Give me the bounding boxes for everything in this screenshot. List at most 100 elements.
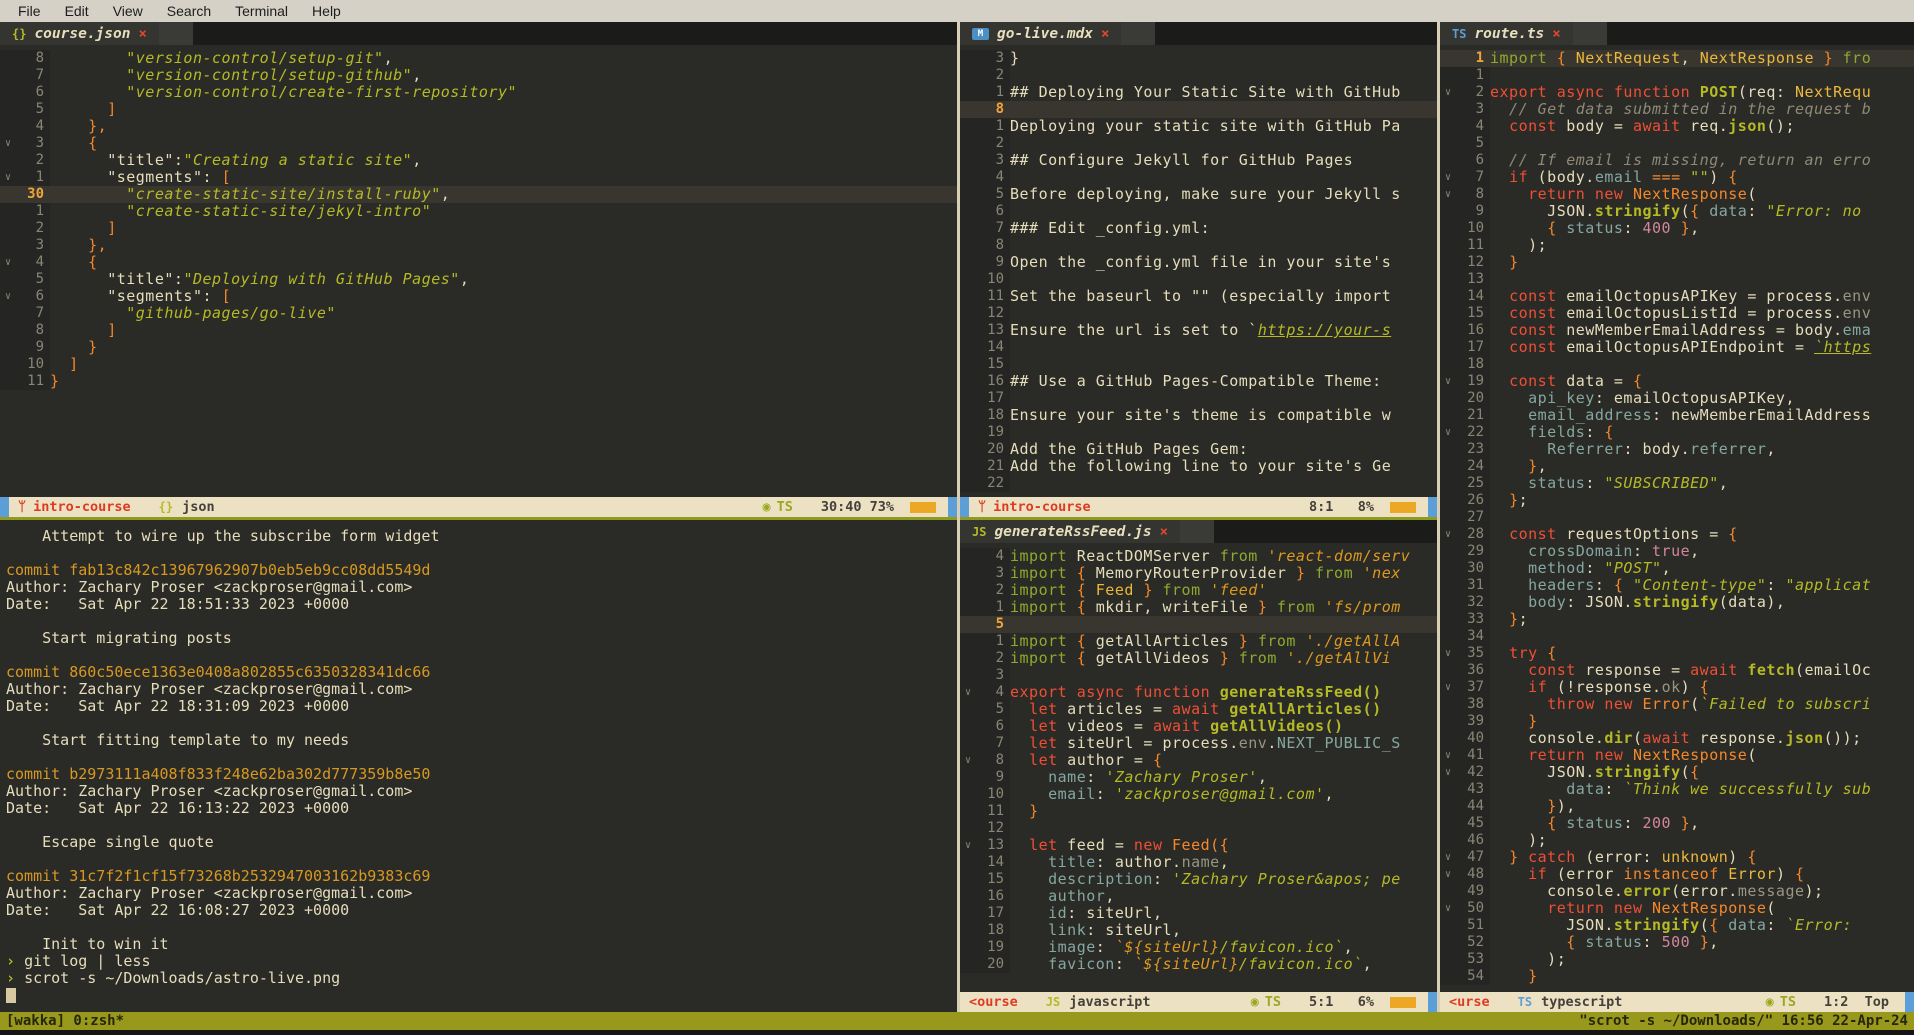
code-line[interactable]: 49 console.error(error.message); [1440, 883, 1914, 900]
code-line[interactable]: 18 link: siteUrl, [960, 922, 1437, 939]
code-line[interactable]: 16 const newMemberEmailAddress = body.em… [1440, 322, 1914, 339]
fold-chevron-icon[interactable]: ∨ [1440, 679, 1456, 696]
code-line[interactable]: 19 [960, 424, 1437, 441]
code-line[interactable]: 1import { getAllArticles } from './getAl… [960, 633, 1437, 650]
code-line[interactable]: ∨41 return new NextResponse( [1440, 747, 1914, 764]
code-line[interactable]: 39 } [1440, 713, 1914, 730]
code-line[interactable]: 27 [1440, 509, 1914, 526]
fold-chevron-icon[interactable]: ∨ [1440, 169, 1456, 186]
code-line[interactable]: 53 ); [1440, 951, 1914, 968]
code-line[interactable]: 25 status: "SUBSCRIBED", [1440, 475, 1914, 492]
code-line[interactable]: ∨42 JSON.stringify({ [1440, 764, 1914, 781]
code-line[interactable]: 3 }, [0, 237, 957, 254]
code-line[interactable]: 9 JSON.stringify({ data: "Error: no [1440, 203, 1914, 220]
code-line[interactable]: 6 // If email is missing, return an erro [1440, 152, 1914, 169]
code-line[interactable]: 5 [1440, 135, 1914, 152]
fold-chevron-icon[interactable]: ∨ [1440, 526, 1456, 543]
code-area-course-json[interactable]: 8 "version-control/setup-git",7 "version… [0, 45, 957, 497]
code-line[interactable]: 2 [960, 135, 1437, 152]
code-line[interactable]: 4 [960, 169, 1437, 186]
code-line[interactable]: 11 } [960, 803, 1437, 820]
code-line[interactable]: 18Ensure your site's theme is compatible… [960, 407, 1437, 424]
code-line[interactable]: 36 const response = await fetch(emailOc [1440, 662, 1914, 679]
code-line[interactable]: 10 email: 'zackproser@gmail.com', [960, 786, 1437, 803]
code-line[interactable]: 16## Use a GitHub Pages-Compatible Theme… [960, 373, 1437, 390]
code-line[interactable]: ∨48 if (error instanceof Error) { [1440, 866, 1914, 883]
code-line[interactable]: 30 "create-static-site/install-ruby", [0, 186, 957, 203]
code-line[interactable]: ∨8 let author = { [960, 752, 1437, 769]
tab-close-icon[interactable]: × [1160, 524, 1168, 540]
fold-chevron-icon[interactable]: ∨ [0, 169, 16, 186]
code-line[interactable]: 8 [960, 101, 1437, 118]
code-line[interactable]: ∨35 try { [1440, 645, 1914, 662]
code-line[interactable]: 13 [1440, 271, 1914, 288]
code-line[interactable]: 33 }; [1440, 611, 1914, 628]
code-line[interactable]: 2import { Feed } from 'feed' [960, 582, 1437, 599]
menu-view[interactable]: View [101, 3, 155, 19]
fold-chevron-icon[interactable]: ∨ [0, 135, 16, 152]
code-line[interactable]: 52 { status: 500 }, [1440, 934, 1914, 951]
code-line[interactable]: 13Ensure the url is set to `https://your… [960, 322, 1437, 339]
code-line[interactable]: 44 }), [1440, 798, 1914, 815]
code-line[interactable]: 11 ); [1440, 237, 1914, 254]
code-line[interactable]: 10 { status: 400 }, [1440, 220, 1914, 237]
code-line[interactable]: 31 headers: { "Content-type": "applicat [1440, 577, 1914, 594]
code-line[interactable]: 51 JSON.stringify({ data: `Error: [1440, 917, 1914, 934]
tab-course-json[interactable]: {} course.json × [0, 22, 159, 45]
code-line[interactable]: 8 ] [0, 322, 957, 339]
code-line[interactable]: 2 ] [0, 220, 957, 237]
code-line[interactable]: 15 const emailOctopusListId = process.en… [1440, 305, 1914, 322]
code-line[interactable]: 6 let videos = await getAllVideos() [960, 718, 1437, 735]
code-line[interactable]: 22 [960, 475, 1437, 492]
code-line[interactable]: ∨13 let feed = new Feed({ [960, 837, 1437, 854]
fold-chevron-icon[interactable]: ∨ [1440, 645, 1456, 662]
tab-close-icon[interactable]: × [1101, 26, 1109, 42]
code-line[interactable]: 5 let articles = await getAllArticles() [960, 701, 1437, 718]
code-line[interactable]: 10 [960, 271, 1437, 288]
code-line[interactable]: 17 id: siteUrl, [960, 905, 1437, 922]
menu-help[interactable]: Help [300, 3, 353, 19]
code-line[interactable]: 1import { mkdir, writeFile } from 'fs/pr… [960, 599, 1437, 616]
code-line[interactable]: 20 favicon: `${siteUrl}/favicon.ico`, [960, 956, 1437, 973]
code-line[interactable]: 46 ); [1440, 832, 1914, 849]
code-line[interactable]: 7 let siteUrl = process.env.NEXT_PUBLIC_… [960, 735, 1437, 752]
code-line[interactable]: 14 [960, 339, 1437, 356]
code-line[interactable]: 20 api_key: emailOctopusAPIKey, [1440, 390, 1914, 407]
code-line[interactable]: 12 } [1440, 254, 1914, 271]
code-line[interactable]: 5 ] [0, 101, 957, 118]
code-line[interactable]: ∨3 { [0, 135, 957, 152]
code-line[interactable]: 3} [960, 50, 1437, 67]
code-line[interactable]: 8 [960, 237, 1437, 254]
code-line[interactable]: 54 } [1440, 968, 1914, 985]
code-line[interactable]: 3 [960, 667, 1437, 684]
tab-go-live-mdx[interactable]: M go-live.mdx × [960, 22, 1121, 45]
code-line[interactable]: 16 author, [960, 888, 1437, 905]
code-line[interactable]: 5Before deploying, make sure your Jekyll… [960, 186, 1437, 203]
code-line[interactable]: 1import { NextRequest, NextResponse } fr… [1440, 50, 1914, 67]
code-area-go-live-mdx[interactable]: 3} 2 1## Deploying Your Static Site with G… [960, 45, 1437, 497]
code-line[interactable]: 43 data: `Think we successfully sub [1440, 781, 1914, 798]
code-line[interactable]: 2import { getAllVideos } from './getAllV… [960, 650, 1437, 667]
code-line[interactable]: 45 { status: 200 }, [1440, 815, 1914, 832]
code-line[interactable]: 1## Deploying Your Static Site with GitH… [960, 84, 1437, 101]
fold-chevron-icon[interactable]: ∨ [1440, 424, 1456, 441]
code-line[interactable]: 6 [960, 203, 1437, 220]
fold-chevron-icon[interactable]: ∨ [1440, 186, 1456, 203]
code-line[interactable]: ∨6 "segments": [ [0, 288, 957, 305]
code-line[interactable]: 10 ] [0, 356, 957, 373]
code-line[interactable]: ∨4export async function generateRssFeed(… [960, 684, 1437, 701]
code-line[interactable]: 6 "version-control/create-first-reposito… [0, 84, 957, 101]
fold-chevron-icon[interactable]: ∨ [960, 752, 976, 769]
code-line[interactable]: ∨50 return new NextResponse( [1440, 900, 1914, 917]
code-line[interactable]: 15 description: 'Zachary Proser&apos; pe [960, 871, 1437, 888]
code-line[interactable]: ∨1 "segments": [ [0, 169, 957, 186]
tab-generate-rss-feed[interactable]: JS generateRssFeed.js × [960, 520, 1180, 543]
tab-route-ts[interactable]: TS route.ts × [1440, 22, 1573, 45]
menu-file[interactable]: File [6, 3, 53, 19]
fold-chevron-icon[interactable]: ∨ [0, 288, 16, 305]
code-line[interactable]: ∨28 const requestOptions = { [1440, 526, 1914, 543]
terminal-pane[interactable]: Attempt to wire up the subscribe form wi… [0, 520, 957, 1012]
code-line[interactable]: 14 title: author.name, [960, 854, 1437, 871]
fold-chevron-icon[interactable]: ∨ [1440, 747, 1456, 764]
code-line[interactable]: ∨7 if (body.email === "") { [1440, 169, 1914, 186]
